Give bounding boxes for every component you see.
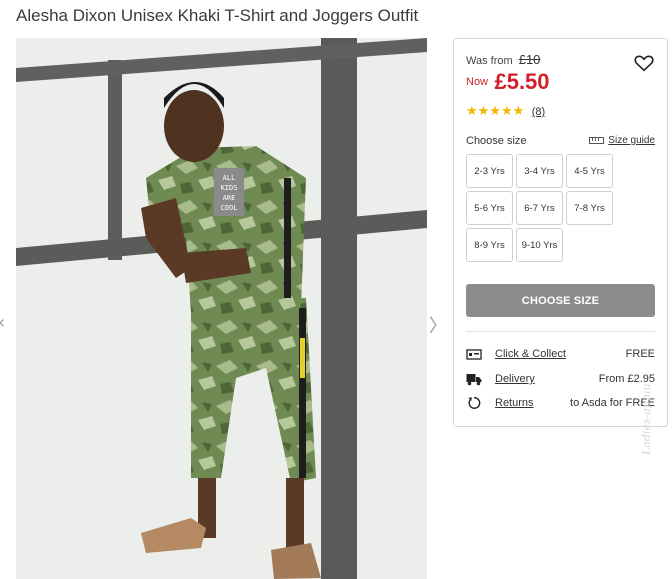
delivery-link[interactable]: Delivery	[495, 373, 535, 385]
tshirt-print-line: ARE	[223, 194, 236, 202]
product-rating: ★★★★★ (8)	[466, 102, 545, 120]
delivery-option-delivery: Delivery From £2.95	[466, 372, 655, 388]
size-option-4-5[interactable]: 4-5 Yrs	[566, 154, 613, 188]
review-count-link[interactable]: (8)	[532, 106, 545, 118]
product-image[interactable]: ALL KIDS ARE COOL	[16, 38, 427, 579]
delivery-truck-icon	[466, 374, 482, 386]
chevron-right-icon: 〉	[429, 316, 447, 337]
size-guide-label: Size guide	[608, 135, 655, 146]
delivery-option-click-collect: Click & Collect FREE	[466, 347, 655, 363]
delivery-option-returns: Returns to Asda for FREE	[466, 396, 655, 412]
size-option-7-8[interactable]: 7-8 Yrs	[566, 191, 613, 225]
size-option-9-10[interactable]: 9-10 Yrs	[516, 228, 563, 262]
ruler-icon	[589, 136, 605, 144]
was-price-line: Was from £10	[466, 52, 540, 67]
was-price: £10	[518, 52, 541, 67]
star-rating: ★★★★★	[466, 104, 525, 119]
now-price: £5.50	[494, 69, 550, 94]
returns-icon	[468, 397, 481, 409]
wishlist-button[interactable]	[633, 52, 655, 74]
product-photo: ALL KIDS ARE COOL	[16, 38, 427, 579]
click-collect-value: FREE	[625, 348, 655, 360]
divider	[466, 331, 655, 332]
size-option-3-4[interactable]: 3-4 Yrs	[516, 154, 563, 188]
heart-icon	[634, 55, 654, 72]
size-option-6-7[interactable]: 6-7 Yrs	[516, 191, 563, 225]
size-option-8-9[interactable]: 8-9 Yrs	[466, 228, 513, 262]
tshirt-print-line: KIDS	[221, 184, 238, 192]
tshirt-print-line: ALL	[223, 174, 236, 182]
now-label: Now	[466, 76, 489, 88]
size-option-5-6[interactable]: 5-6 Yrs	[466, 191, 513, 225]
was-label: Was from	[466, 55, 513, 67]
gallery-next-button[interactable]: 〉	[429, 312, 447, 338]
click-collect-icon	[466, 349, 482, 360]
page-title: Alesha Dixon Unisex Khaki T-Shirt and Jo…	[16, 6, 419, 25]
chevron-left-icon: ‹	[0, 312, 5, 333]
size-guide-link[interactable]: Size guide	[589, 135, 655, 146]
choose-size-label: Choose size	[466, 135, 527, 147]
watermark: Ladies-ap.uu	[640, 383, 653, 455]
size-option-2-3[interactable]: 2-3 Yrs	[466, 154, 513, 188]
gallery-prev-button[interactable]: ‹	[0, 312, 5, 333]
tshirt-print-line: COOL	[221, 204, 238, 212]
now-price-line: Now £5.50	[466, 69, 550, 95]
choose-size-button[interactable]: CHOOSE SIZE	[466, 284, 655, 317]
returns-link[interactable]: Returns	[495, 397, 534, 409]
click-collect-link[interactable]: Click & Collect	[495, 348, 566, 360]
product-purchase-panel: Was from £10 Now £5.50 ★★★★★ (8) Choose …	[453, 38, 668, 427]
